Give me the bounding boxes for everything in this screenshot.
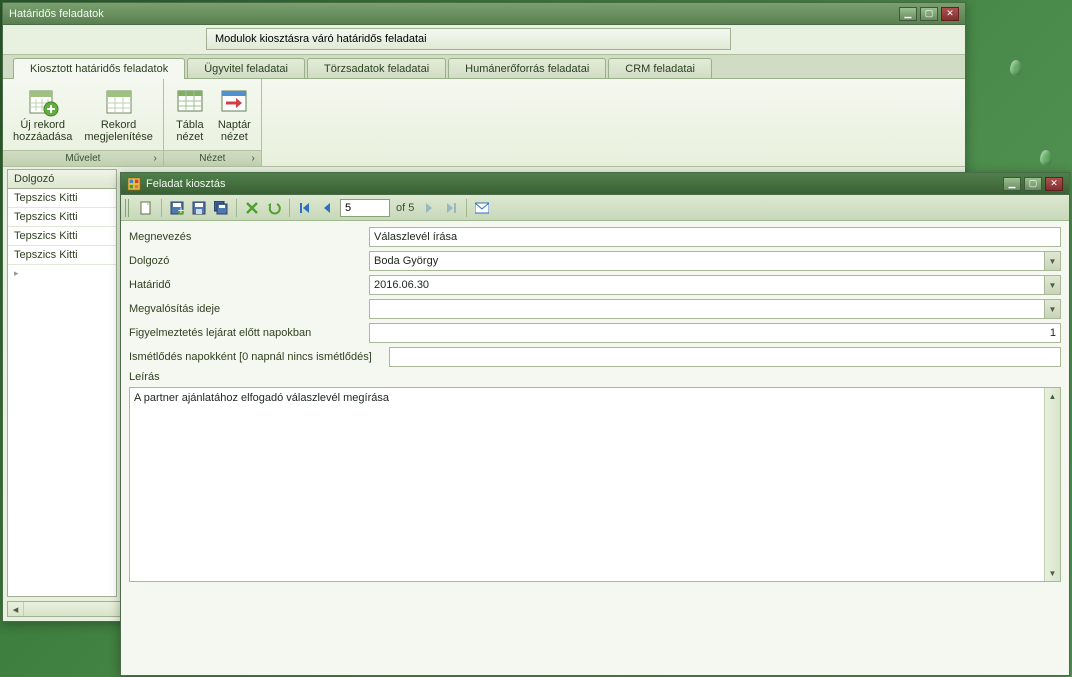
new-button[interactable] bbox=[135, 198, 157, 218]
toolbar-grip bbox=[125, 199, 131, 217]
ribbon-table-view[interactable]: Táblanézet bbox=[168, 83, 212, 146]
grid-row[interactable]: Tepszics Kitti bbox=[8, 189, 116, 208]
tab-4[interactable]: CRM feladatai bbox=[608, 58, 712, 78]
chevron-down-icon[interactable]: ▼ bbox=[1044, 300, 1060, 318]
label-dolgozo: Dolgozó bbox=[129, 255, 369, 267]
input-ismetlodes[interactable] bbox=[389, 347, 1061, 367]
tab-0[interactable]: Kiosztott határidős feladatok bbox=[13, 58, 185, 79]
nav-next-button[interactable] bbox=[418, 198, 440, 218]
dialog-titlebar: Feladat kiosztás ▁ ▢ ✕ bbox=[121, 173, 1069, 195]
tab-3[interactable]: Humánerőforrás feladatai bbox=[448, 58, 606, 78]
undo-icon bbox=[267, 201, 281, 215]
last-icon bbox=[445, 202, 457, 214]
delete-button[interactable] bbox=[241, 198, 263, 218]
combo-dolgozo-value: Boda György bbox=[370, 255, 1044, 267]
ribbon-new-record[interactable]: Új rekordhozzáadása bbox=[7, 83, 78, 146]
chevron-down-icon[interactable]: ▼ bbox=[1044, 252, 1060, 270]
undo-button[interactable] bbox=[263, 198, 285, 218]
ribbon-group-label-1[interactable]: Nézet bbox=[164, 150, 261, 166]
dialog-close-button[interactable]: ✕ bbox=[1045, 177, 1063, 191]
ribbon-group-label-0[interactable]: Művelet bbox=[3, 150, 163, 166]
table-icon bbox=[174, 85, 206, 117]
dialog-icon bbox=[127, 177, 141, 191]
dialog-maximize-button[interactable]: ▢ bbox=[1024, 177, 1042, 191]
first-icon bbox=[299, 202, 311, 214]
calendar-plus-icon bbox=[27, 85, 59, 117]
chevron-down-icon[interactable]: ▼ bbox=[1044, 276, 1060, 294]
textarea-leiras[interactable] bbox=[130, 388, 1060, 578]
page-number-input[interactable] bbox=[340, 199, 390, 217]
grid-header[interactable]: Dolgozó bbox=[8, 170, 116, 189]
dialog-toolbar: + of 5 bbox=[121, 195, 1069, 221]
main-minimize-button[interactable]: ▁ bbox=[899, 7, 917, 21]
dialog-title: Feladat kiosztás bbox=[146, 178, 1000, 190]
ribbon-group-1: TáblanézetNaptárnézet Nézet bbox=[164, 79, 262, 166]
dialog-window: Feladat kiosztás ▁ ▢ ✕ + bbox=[120, 172, 1070, 676]
breadcrumb-text: Modulok kiosztásra váró határidős felada… bbox=[215, 33, 427, 45]
scroll-up-button[interactable]: ▲ bbox=[1045, 388, 1060, 404]
combo-hatarido[interactable]: 2016.06.30 ▼ bbox=[369, 275, 1061, 295]
tab-2[interactable]: Törzsadatok feladatai bbox=[307, 58, 446, 78]
input-figyelmeztetes[interactable] bbox=[369, 323, 1061, 343]
dialog-form: Megnevezés Dolgozó Boda György ▼ Határid… bbox=[121, 221, 1069, 675]
main-close-button[interactable]: ✕ bbox=[941, 7, 959, 21]
grid-new-row[interactable] bbox=[8, 265, 116, 282]
combo-megvalositas[interactable]: ▼ bbox=[369, 299, 1061, 319]
mail-icon bbox=[475, 202, 489, 214]
ribbon-calendar-view[interactable]: Naptárnézet bbox=[212, 83, 257, 146]
label-ismetlodes: Ismétlődés napokként [0 napnál nincs ism… bbox=[129, 351, 389, 363]
textarea-scrollbar[interactable]: ▲ ▼ bbox=[1044, 388, 1060, 581]
svg-text:+: + bbox=[178, 205, 184, 215]
ribbon: Új rekordhozzáadásaRekordmegjelenítése Mű… bbox=[3, 79, 965, 167]
main-maximize-button[interactable]: ▢ bbox=[920, 7, 938, 21]
prev-icon bbox=[321, 202, 333, 214]
combo-hatarido-value: 2016.06.30 bbox=[370, 279, 1044, 291]
label-hatarido: Határidő bbox=[129, 279, 369, 291]
label-figyelmeztetes: Figyelmeztetés lejárat előtt napokban bbox=[129, 327, 369, 339]
label-leiras: Leírás bbox=[129, 371, 1061, 383]
breadcrumb-box[interactable]: Modulok kiosztásra váró határidős felada… bbox=[206, 28, 731, 50]
save-edit-button[interactable]: + bbox=[166, 198, 188, 218]
delete-icon bbox=[246, 202, 258, 214]
textarea-wrapper: ▲ ▼ bbox=[129, 387, 1061, 582]
mail-button[interactable] bbox=[471, 198, 493, 218]
combo-dolgozo[interactable]: Boda György ▼ bbox=[369, 251, 1061, 271]
ribbon-show-record[interactable]: Rekordmegjelenítése bbox=[78, 83, 159, 146]
ribbon-group-0: Új rekordhozzáadásaRekordmegjelenítése Mű… bbox=[3, 79, 164, 166]
save-button[interactable] bbox=[188, 198, 210, 218]
tab-strip: Kiosztott határidős feladatokÜgyvitel fe… bbox=[3, 55, 965, 79]
grid-row[interactable]: Tepszics Kitti bbox=[8, 246, 116, 265]
save-all-button[interactable] bbox=[210, 198, 232, 218]
breadcrumb-bar: Modulok kiosztásra váró határidős felada… bbox=[3, 25, 965, 55]
scroll-left-button[interactable]: ◂ bbox=[8, 602, 24, 616]
save-new-icon: + bbox=[170, 201, 184, 215]
save-all-icon bbox=[214, 201, 228, 215]
breadcrumb-arrow bbox=[3, 25, 188, 54]
tab-1[interactable]: Ügyvitel feladatai bbox=[187, 58, 305, 78]
new-document-icon bbox=[139, 201, 153, 215]
scroll-down-button[interactable]: ▼ bbox=[1045, 565, 1060, 581]
nav-first-button[interactable] bbox=[294, 198, 316, 218]
grid-row[interactable]: Tepszics Kitti bbox=[8, 208, 116, 227]
grid-panel: Dolgozó Tepszics KittiTepszics KittiTeps… bbox=[7, 169, 117, 597]
nav-last-button[interactable] bbox=[440, 198, 462, 218]
label-megnevezes: Megnevezés bbox=[129, 231, 369, 243]
input-megnevezes[interactable] bbox=[369, 227, 1061, 247]
save-icon bbox=[192, 201, 206, 215]
calendar-grid-icon bbox=[103, 85, 135, 117]
main-window-title: Határidős feladatok bbox=[9, 8, 896, 20]
grid-row[interactable]: Tepszics Kitti bbox=[8, 227, 116, 246]
label-megvalositas: Megvalósítás ideje bbox=[129, 303, 369, 315]
calendar-arrow-icon bbox=[218, 85, 250, 117]
page-of-label: of 5 bbox=[396, 202, 414, 214]
next-icon bbox=[423, 202, 435, 214]
main-titlebar: Határidős feladatok ▁ ▢ ✕ bbox=[3, 3, 965, 25]
nav-prev-button[interactable] bbox=[316, 198, 338, 218]
dialog-minimize-button[interactable]: ▁ bbox=[1003, 177, 1021, 191]
